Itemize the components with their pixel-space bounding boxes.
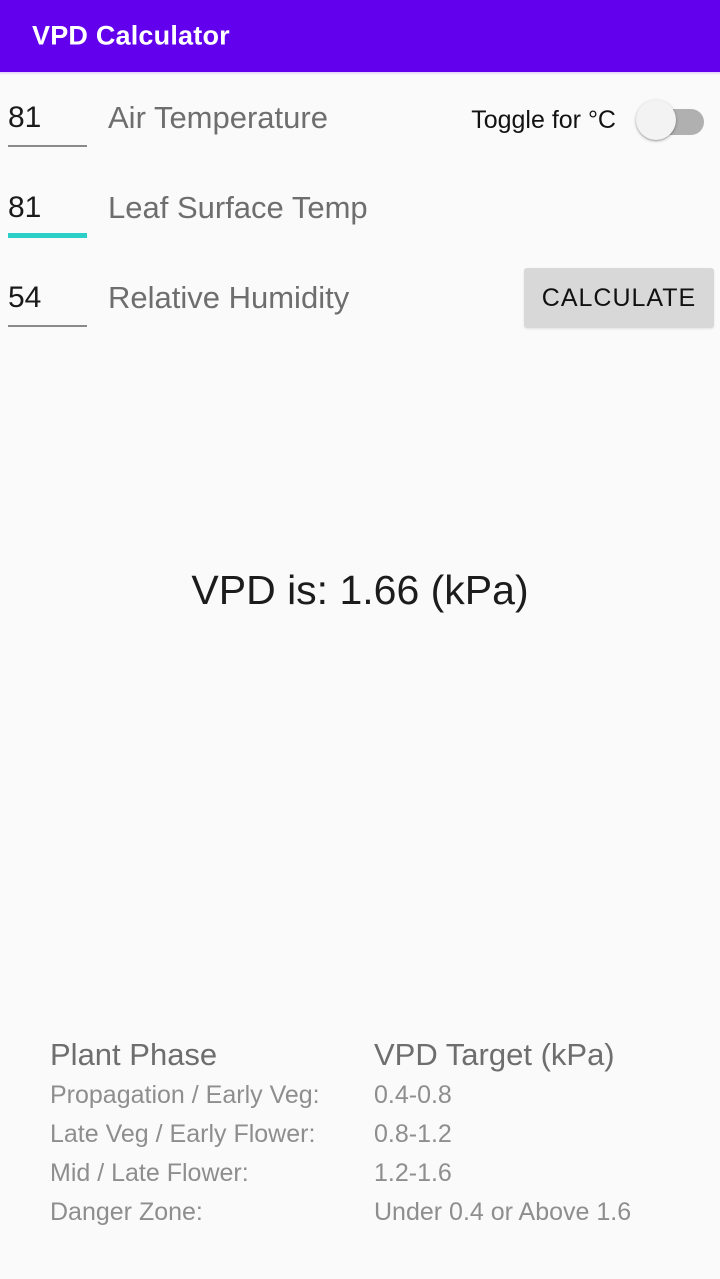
table-row: Propagation / Early Veg: 0.4-0.8 bbox=[50, 1081, 710, 1120]
phase-name: Mid / Late Flower: bbox=[50, 1159, 249, 1187]
unit-toggle-group: Toggle for °C bbox=[471, 98, 704, 142]
leaf-surface-temp-input[interactable] bbox=[8, 184, 87, 232]
relative-humidity-underline bbox=[8, 325, 87, 327]
vpd-result-text: VPD is: 1.66 (kPa) bbox=[191, 567, 529, 613]
relative-humidity-label: Relative Humidity bbox=[108, 280, 350, 315]
phase-target: 0.4-0.8 bbox=[374, 1081, 452, 1109]
vpd-target-table: Plant Phase VPD Target (kPa) Propagation… bbox=[50, 1037, 710, 1237]
phase-name: Danger Zone: bbox=[50, 1198, 203, 1226]
page-title: VPD Calculator bbox=[32, 20, 230, 51]
table-row: Mid / Late Flower: 1.2-1.6 bbox=[50, 1159, 710, 1198]
calculate-button[interactable]: CALCULATE bbox=[524, 268, 714, 328]
app-bar: VPD Calculator bbox=[0, 0, 720, 72]
relative-humidity-input[interactable] bbox=[8, 274, 87, 322]
column-header-plant-phase: Plant Phase bbox=[50, 1037, 218, 1072]
phase-target: 0.8-1.2 bbox=[374, 1120, 452, 1148]
unit-toggle-label: Toggle for °C bbox=[471, 105, 616, 134]
table-row: Danger Zone: Under 0.4 or Above 1.6 bbox=[50, 1198, 710, 1237]
air-temperature-underline bbox=[8, 145, 87, 147]
phase-target: Under 0.4 or Above 1.6 bbox=[374, 1198, 632, 1226]
phase-target: 1.2-1.6 bbox=[374, 1159, 452, 1187]
field-row-leaf-surface-temp: Leaf Surface Temp bbox=[0, 170, 720, 260]
celsius-toggle-switch[interactable] bbox=[636, 100, 704, 140]
table-header-row: Plant Phase VPD Target (kPa) bbox=[50, 1037, 710, 1081]
phase-name: Late Veg / Early Flower: bbox=[50, 1120, 316, 1148]
air-temperature-input[interactable] bbox=[8, 94, 87, 142]
leaf-surface-temp-label: Leaf Surface Temp bbox=[108, 190, 368, 225]
air-temperature-label: Air Temperature bbox=[108, 100, 328, 135]
table-row: Late Veg / Early Flower: 0.8-1.2 bbox=[50, 1120, 710, 1159]
phase-name: Propagation / Early Veg: bbox=[50, 1081, 320, 1109]
leaf-surface-temp-underline-focused bbox=[8, 233, 87, 238]
column-header-vpd-target: VPD Target (kPa) bbox=[374, 1037, 615, 1072]
switch-thumb bbox=[636, 100, 676, 140]
